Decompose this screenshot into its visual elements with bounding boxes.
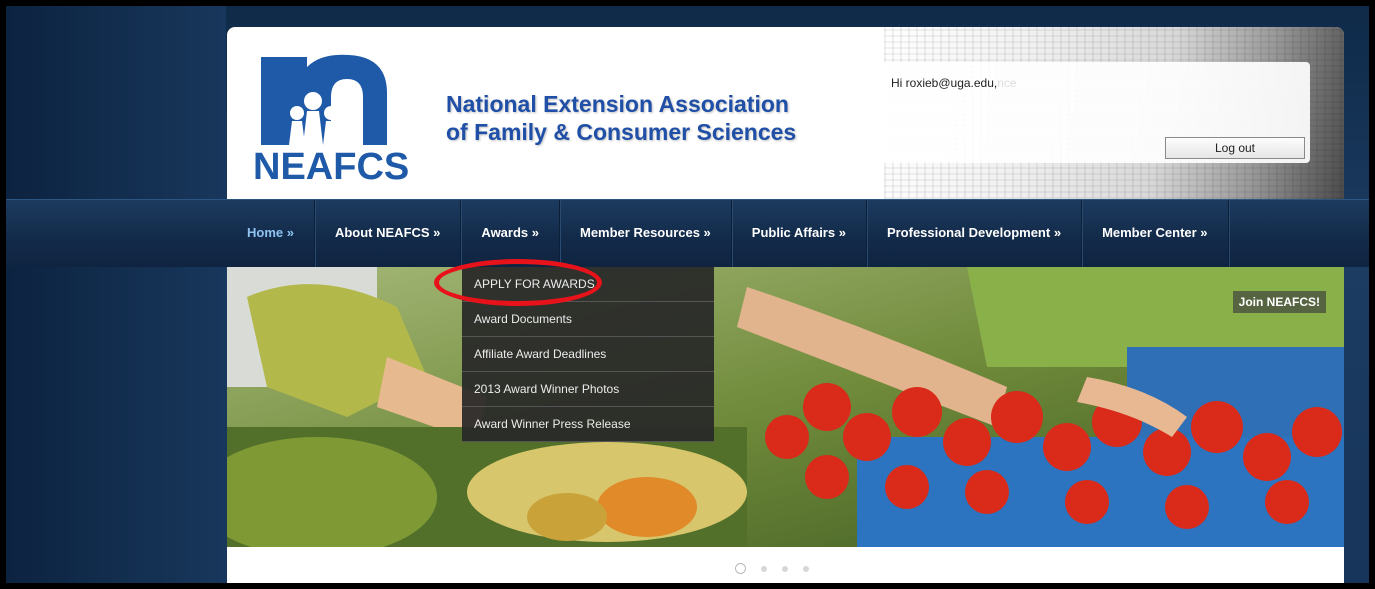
menu-item-2013-award-winner-photos[interactable]: 2013 Award Winner Photos: [462, 372, 714, 407]
nav-item-about[interactable]: About NEAFCS »: [315, 200, 462, 268]
neafcs-logo[interactable]: NEAFCS: [251, 53, 411, 183]
menu-item-award-documents[interactable]: Award Documents: [462, 302, 714, 337]
greeting-faded-text: nce: [997, 76, 1017, 90]
nav-item-member-resources[interactable]: Member Resources »: [560, 200, 732, 268]
join-neafcs-button[interactable]: Join NEAFCS!: [1232, 291, 1326, 313]
slide-dot-4[interactable]: [803, 565, 809, 572]
nav-item-professional-development[interactable]: Professional Development »: [867, 200, 1083, 268]
logout-button[interactable]: Log out: [1165, 137, 1305, 159]
awards-dropdown-menu: APPLY FOR AWARDS Award Documents Affilia…: [462, 267, 714, 442]
hero-slideshow: Join NEAFCS!: [227, 267, 1344, 547]
menu-item-apply-for-awards[interactable]: APPLY FOR AWARDS: [462, 267, 714, 302]
nav-item-public-affairs[interactable]: Public Affairs »: [732, 200, 867, 268]
greeting-text: Hi roxieb@uga.edu,: [891, 76, 998, 90]
slide-dot-2[interactable]: [761, 565, 767, 572]
user-panel: Hi roxieb@uga.edu,nce Log out: [877, 62, 1310, 163]
browser-viewport: NEAFCS National Extension Association of…: [6, 6, 1369, 583]
background-left-panel: [6, 6, 226, 583]
nav-item-awards[interactable]: Awards »: [461, 200, 560, 268]
nav-item-member-center[interactable]: Member Center »: [1082, 200, 1229, 268]
slide-dot-1[interactable]: [735, 563, 746, 574]
menu-item-affiliate-award-deadlines[interactable]: Affiliate Award Deadlines: [462, 337, 714, 372]
user-greeting: Hi roxieb@uga.edu,nce: [891, 76, 1017, 90]
slideshow-pager: [227, 547, 1344, 583]
slide-dot-3[interactable]: [782, 565, 788, 572]
org-name-line2: of Family & Consumer Sciences: [446, 119, 797, 145]
logo-wordmark: NEAFCS: [253, 146, 409, 183]
org-name-line1: National Extension Association: [446, 91, 789, 117]
site-header: NEAFCS National Extension Association of…: [227, 27, 1344, 199]
hero-image: [227, 267, 1344, 547]
nav-item-home[interactable]: Home »: [227, 200, 315, 268]
organization-name: National Extension Association of Family…: [446, 90, 796, 146]
main-navigation: Home » About NEAFCS » Awards » Member Re…: [6, 199, 1369, 268]
menu-item-award-winner-press-release[interactable]: Award Winner Press Release: [462, 407, 714, 442]
